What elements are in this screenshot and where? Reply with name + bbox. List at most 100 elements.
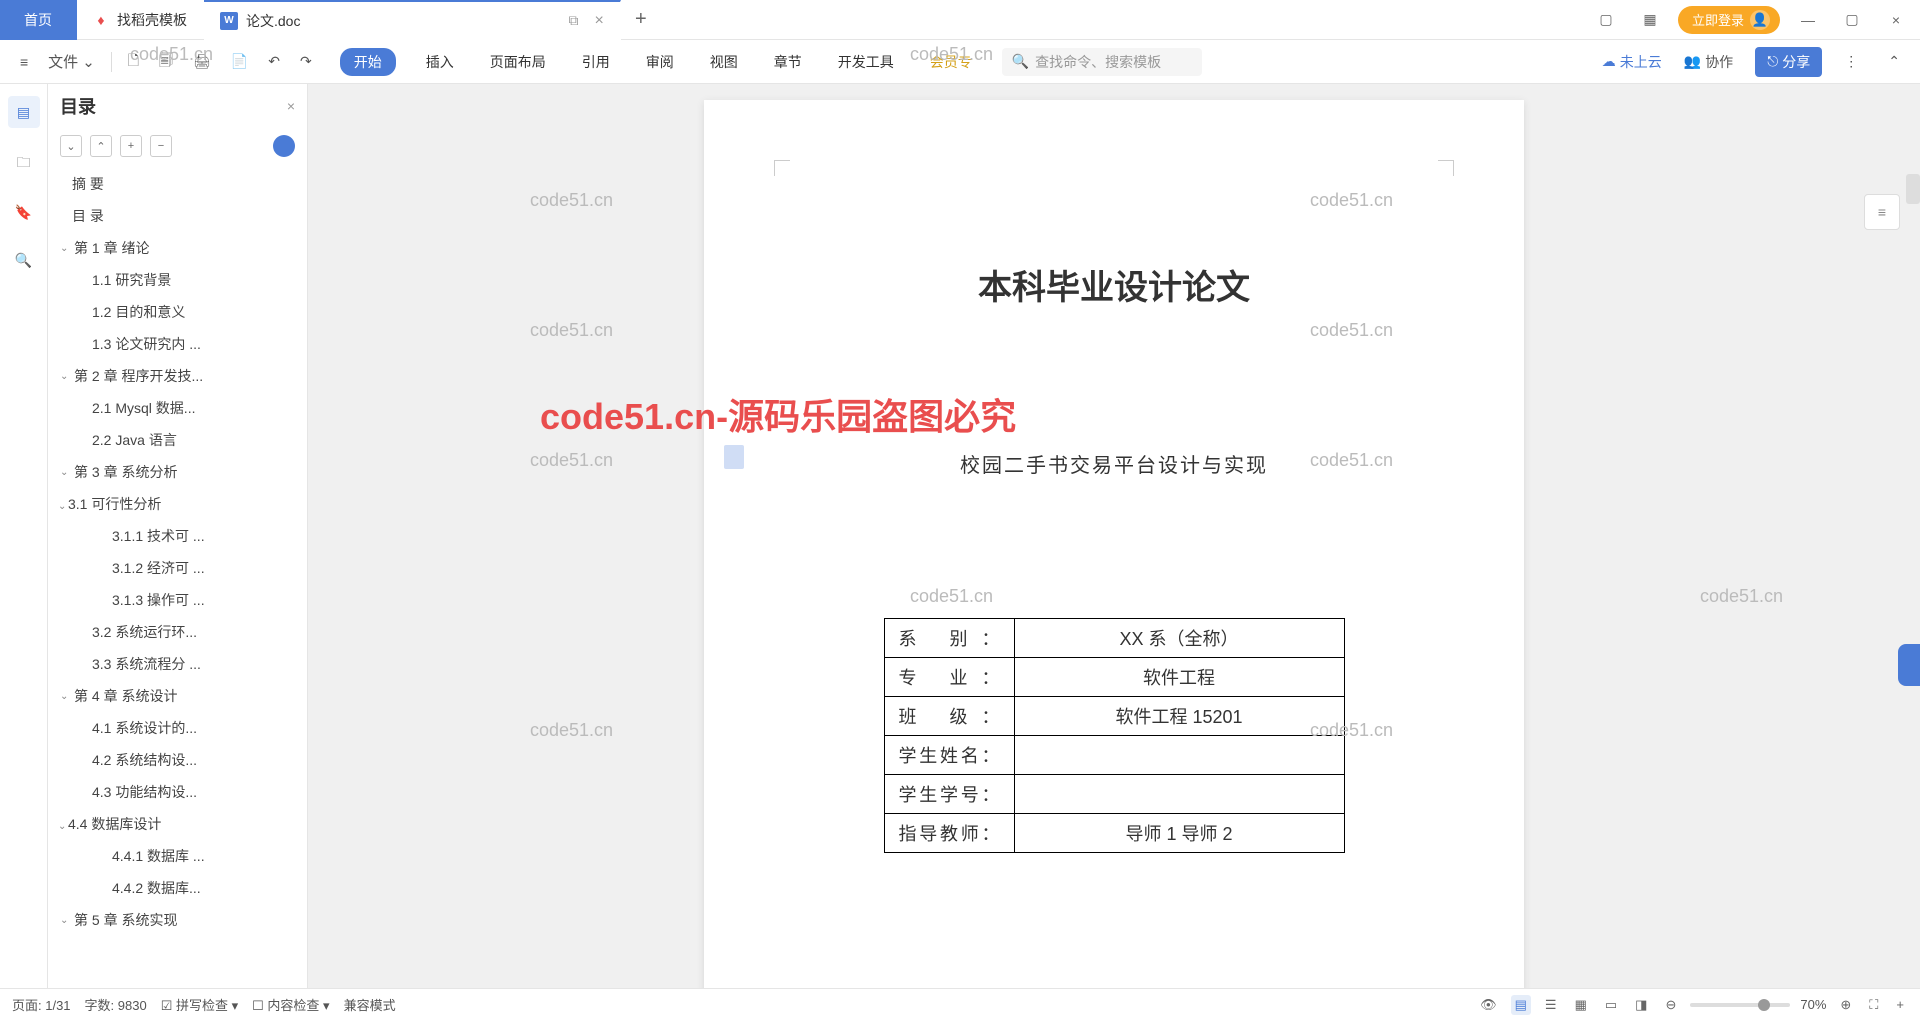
save-button[interactable]: 🗋 (120, 46, 147, 78)
new-tab-button[interactable]: + (621, 8, 661, 31)
outline-item[interactable]: 3.3 系统流程分 ... (48, 648, 307, 680)
outline-item[interactable]: ⌄第 4 章 系统设计 (48, 680, 307, 712)
table-label: 专 业： (884, 658, 1014, 697)
ribbon-nav-icon[interactable]: 🔖 (12, 200, 36, 224)
doc-subtitle: 校园二手书交易平台设计与实现 (794, 449, 1434, 478)
layout-icon[interactable]: ▢ (1590, 4, 1622, 36)
zoom-value[interactable]: 70% (1800, 997, 1826, 1012)
close-button[interactable]: × (1880, 4, 1912, 36)
page-indicator[interactable]: 页面: 1/31 (12, 995, 71, 1014)
tab-view[interactable]: 视图 (704, 48, 744, 76)
collapse-all-icon[interactable]: ⌄ (60, 135, 82, 157)
outline-item[interactable]: ⌄4.4 数据库设计 (48, 808, 307, 840)
outline-item[interactable]: 摘 要 (48, 168, 307, 200)
outline-item[interactable]: ⌄第 5 章 系统实现 (48, 904, 307, 936)
outline-nav-icon[interactable]: ▤ (8, 96, 40, 128)
maximize-button[interactable]: ▢ (1836, 4, 1868, 36)
table-label: 班 级： (884, 697, 1014, 736)
statusbar: 页面: 1/31 字数: 9830 ☑ 拼写检查 ▾ ☐ 内容检查 ▾ 兼容模式… (0, 988, 1920, 1020)
zoom-slider[interactable] (1690, 1003, 1790, 1007)
tab-template[interactable]: ♦ 找稻壳模板 (77, 0, 204, 40)
outline-item[interactable]: 2.1 Mysql 数据... (48, 392, 307, 424)
tab-extern-icon[interactable]: ⧉ (568, 12, 578, 29)
fire-icon: ♦ (93, 12, 109, 28)
menu-icon[interactable]: ≡ (12, 50, 36, 74)
outline-item[interactable]: 3.2 系统运行环... (48, 616, 307, 648)
side-tab[interactable] (1898, 644, 1920, 686)
info-table: 系 别：XX 系（全称）专 业：软件工程班 级：软件工程 15201学生姓名：学… (884, 618, 1345, 853)
outline-item[interactable]: 4.4.1 数据库 ... (48, 840, 307, 872)
outline-item[interactable]: 2.2 Java 语言 (48, 424, 307, 456)
outline-item[interactable]: 3.1.2 经济可 ... (48, 552, 307, 584)
tab-dev[interactable]: 开发工具 (832, 48, 900, 76)
search-input[interactable]: 🔍 查找命令、搜索模板 (1002, 48, 1202, 76)
tab-layout[interactable]: 页面布局 (484, 48, 552, 76)
outline-item[interactable]: 1.1 研究背景 (48, 264, 307, 296)
outline-item[interactable]: 3.1.3 操作可 ... (48, 584, 307, 616)
content-check-button[interactable]: ☐ 内容检查 ▾ (252, 995, 329, 1014)
outline-item[interactable]: 4.3 功能结构设... (48, 776, 307, 808)
outline-view-icon[interactable]: ☰ (1541, 995, 1561, 1015)
split-view-icon[interactable]: ◨ (1631, 995, 1651, 1015)
tab-member[interactable]: 会员专 (924, 48, 978, 76)
outline-item[interactable]: 目 录 (48, 200, 307, 232)
tab-label: 找稻壳模板 (117, 10, 187, 30)
print-button[interactable]: 🖨 (185, 49, 219, 74)
login-button[interactable]: 立即登录 👤 (1678, 6, 1780, 34)
tab-insert[interactable]: 插入 (420, 48, 460, 76)
preview-button[interactable]: 📄 (223, 49, 256, 74)
expand-icon[interactable]: + (1892, 995, 1908, 1014)
undo-button[interactable]: ↶ (260, 49, 288, 74)
cloud-button[interactable]: ☁ 未上云 (1602, 52, 1662, 72)
tab-reference[interactable]: 引用 (576, 48, 616, 76)
tab-review[interactable]: 审阅 (640, 48, 680, 76)
add-icon[interactable]: + (120, 135, 142, 157)
collab-button[interactable]: 👥 协作 (1676, 48, 1741, 76)
table-value: 软件工程 15201 (1014, 697, 1344, 736)
remove-icon[interactable]: − (150, 135, 172, 157)
zoom-out-icon[interactable]: ⊖ (1661, 995, 1680, 1015)
redo-button[interactable]: ↷ (292, 49, 320, 74)
panel-close-icon[interactable]: × (287, 98, 295, 114)
saveas-button[interactable]: 🗐 (151, 46, 181, 78)
outline-item[interactable]: ⌄第 1 章 绪论 (48, 232, 307, 264)
search-nav-icon[interactable]: 🔍 (12, 248, 36, 272)
scrollbar[interactable] (1906, 174, 1920, 204)
float-panel-icon[interactable]: ≡ (1864, 194, 1900, 230)
document-area[interactable]: 本科毕业设计论文 校园二手书交易平台设计与实现 系 别：XX 系（全称）专 业：… (308, 84, 1920, 988)
more-icon[interactable]: ⋮ (1836, 49, 1866, 74)
apps-icon[interactable]: ▦ (1634, 4, 1666, 36)
outline-item[interactable]: 4.2 系统结构设... (48, 744, 307, 776)
focus-icon[interactable]: 👁 (1476, 995, 1501, 1015)
assistant-icon[interactable] (273, 135, 295, 157)
web-view-icon[interactable]: ▦ (1571, 995, 1591, 1015)
word-count[interactable]: 字数: 9830 (85, 995, 147, 1014)
tab-chapter[interactable]: 章节 (768, 48, 808, 76)
spellcheck-button[interactable]: ☑ 拼写检查 ▾ (161, 995, 238, 1014)
outline-item[interactable]: 4.1 系统设计的... (48, 712, 307, 744)
tab-home[interactable]: 首页 (0, 0, 77, 40)
note-icon[interactable] (724, 445, 744, 469)
outline-item[interactable]: ⌄第 3 章 系统分析 (48, 456, 307, 488)
outline-item[interactable]: ⌄第 2 章 程序开发技... (48, 360, 307, 392)
bookmark-nav-icon[interactable]: 🗀 (12, 152, 36, 176)
margin-corner (1438, 160, 1454, 176)
tab-document[interactable]: W 论文.doc ⧉ × (204, 0, 621, 40)
outline-header: 目录 × (48, 84, 307, 128)
expand-all-icon[interactable]: ⌃ (90, 135, 112, 157)
collapse-icon[interactable]: ⌃ (1880, 49, 1908, 74)
zoom-in-icon[interactable]: ⊕ (1836, 995, 1855, 1015)
tab-start[interactable]: 开始 (340, 48, 396, 76)
outline-item[interactable]: 3.1.1 技术可 ... (48, 520, 307, 552)
outline-item[interactable]: ⌄3.1 可行性分析 (48, 488, 307, 520)
minimize-button[interactable]: — (1792, 4, 1824, 36)
fit-icon[interactable]: ⛶ (1865, 995, 1882, 1015)
read-view-icon[interactable]: ▭ (1601, 995, 1621, 1015)
outline-item[interactable]: 1.2 目的和意义 (48, 296, 307, 328)
page-view-icon[interactable]: ▤ (1511, 995, 1531, 1015)
file-menu[interactable]: 文件 ⌄ (40, 47, 103, 76)
share-button[interactable]: ⎋ 分享 (1755, 47, 1822, 77)
close-icon[interactable]: × (594, 12, 603, 30)
outline-item[interactable]: 1.3 论文研究内 ... (48, 328, 307, 360)
outline-item[interactable]: 4.4.2 数据库... (48, 872, 307, 904)
